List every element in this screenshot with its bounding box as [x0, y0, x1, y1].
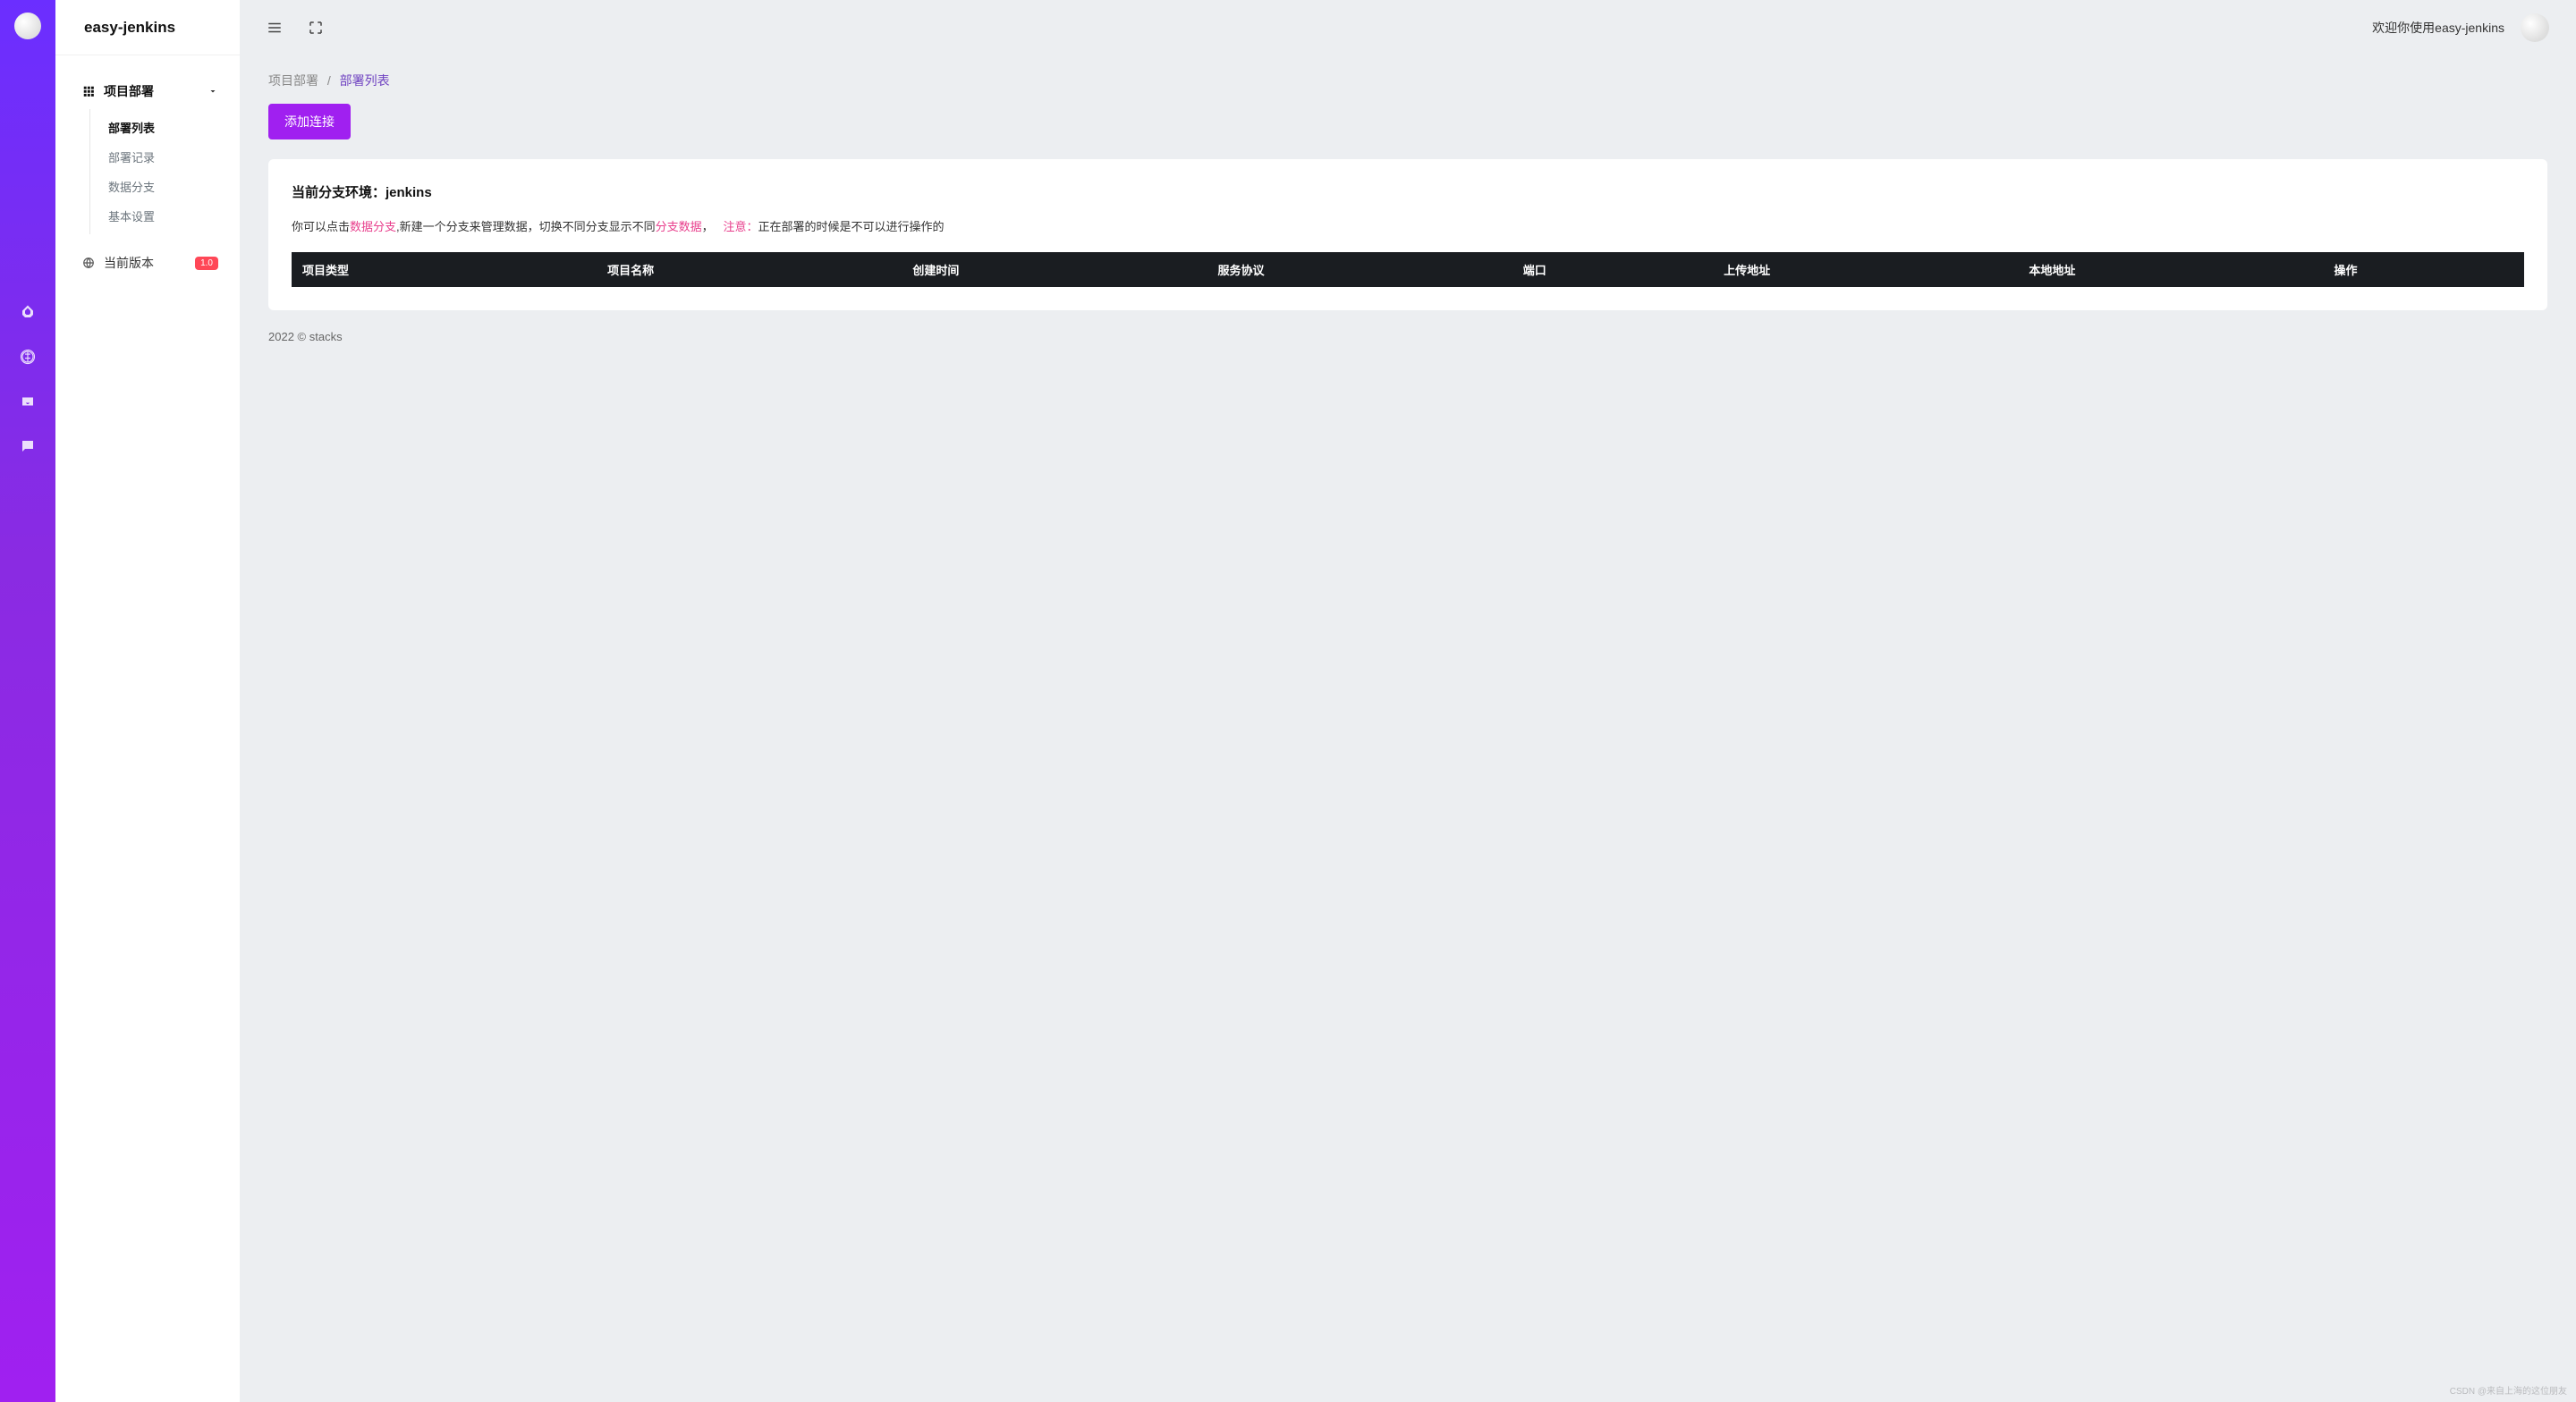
col-upload-address: 上传地址: [1713, 252, 2018, 287]
sidebar-header: easy-jenkins: [55, 0, 240, 55]
desc-text: ,新建一个分支来管理数据，切换不同分支显示不同: [396, 220, 656, 233]
nav-item-label: 数据分支: [108, 181, 155, 194]
desc-warn-label: 注意：: [724, 220, 758, 233]
col-local-address: 本地地址: [2018, 252, 2323, 287]
nav-item-data-branch[interactable]: 数据分支: [90, 172, 240, 201]
nav-children: 部署列表 部署记录 数据分支 基本设置: [89, 109, 240, 234]
rocket-icon[interactable]: [20, 304, 36, 320]
col-service-protocol: 服务协议: [1208, 252, 1513, 287]
globe-icon: [82, 257, 95, 269]
add-connection-button[interactable]: 添加连接: [268, 104, 351, 139]
welcome-text: 欢迎你使用easy-jenkins: [2372, 19, 2504, 37]
main: 欢迎你使用easy-jenkins 项目部署 / 部署列表 添加连接 当前分支环…: [240, 0, 2576, 1402]
version-badge: 1.0: [195, 257, 218, 270]
side-rail: [0, 0, 55, 1402]
col-project-name: 项目名称: [597, 252, 902, 287]
rail-avatar[interactable]: [14, 13, 41, 39]
col-actions: 操作: [2324, 252, 2525, 287]
nav-item-deploy-record[interactable]: 部署记录: [90, 142, 240, 172]
chevron-down-icon: [208, 86, 218, 97]
breadcrumb-current: 部署列表: [340, 73, 390, 88]
card: 当前分支环境：jenkins 你可以点击数据分支,新建一个分支来管理数据，切换不…: [268, 159, 2547, 310]
chat-icon[interactable]: [20, 438, 36, 454]
footer: 2022 © stacks: [268, 330, 2547, 343]
nav-parent-deploy[interactable]: 项目部署: [55, 73, 240, 109]
sidebar: easy-jenkins 项目部署 部署列表 部署记录 数据分支 基本设置 当前…: [55, 0, 240, 1402]
nav-item-deploy-list[interactable]: 部署列表: [90, 113, 240, 142]
table-header-row: 项目类型 项目名称 创建时间 服务协议 端口 上传地址 本地地址 操作: [292, 252, 2524, 287]
col-project-type: 项目类型: [292, 252, 597, 287]
watermark: CSDN @来自上海的这位朋友: [2450, 1383, 2567, 1397]
fullscreen-icon[interactable]: [308, 20, 324, 36]
breadcrumb-separator: /: [327, 73, 331, 88]
deploy-table: 项目类型 项目名称 创建时间 服务协议 端口 上传地址 本地地址 操作: [292, 252, 2524, 287]
topbar: 欢迎你使用easy-jenkins: [240, 0, 2576, 55]
nav-parent-label: 项目部署: [104, 82, 154, 100]
nav-version-label: 当前版本: [104, 254, 154, 272]
table-head: 项目类型 项目名称 创建时间 服务协议 端口 上传地址 本地地址 操作: [292, 252, 2524, 287]
breadcrumb-parent[interactable]: 项目部署: [268, 73, 318, 88]
app-name: easy-jenkins: [84, 19, 175, 37]
col-port: 端口: [1513, 252, 1713, 287]
nav-item-label: 部署记录: [108, 151, 155, 165]
nav-version[interactable]: 当前版本 1.0: [55, 234, 240, 281]
card-title: 当前分支环境：jenkins: [292, 182, 2524, 201]
inbox-icon[interactable]: [20, 393, 36, 410]
desc-link-branch-data[interactable]: 分支数据: [656, 220, 702, 233]
content: 项目部署 / 部署列表 添加连接 当前分支环境：jenkins 你可以点击数据分…: [240, 55, 2576, 1402]
nav: 项目部署 部署列表 部署记录 数据分支 基本设置 当前版本 1.0: [55, 55, 240, 299]
user-avatar[interactable]: [2521, 13, 2549, 42]
desc-warn-text: 正在部署的时候是不可以进行操作的: [758, 220, 945, 233]
desc-text: ，: [702, 220, 714, 233]
desc-link-branch[interactable]: 数据分支: [350, 220, 396, 233]
desc-text: 你可以点击: [292, 220, 350, 233]
menu-icon[interactable]: [267, 20, 283, 36]
nav-item-label: 部署列表: [108, 122, 155, 135]
breadcrumb: 项目部署 / 部署列表: [268, 72, 2547, 89]
nav-item-basic-settings[interactable]: 基本设置: [90, 201, 240, 231]
col-create-time: 创建时间: [902, 252, 1207, 287]
nav-item-label: 基本设置: [108, 210, 155, 224]
apps-icon: [82, 85, 95, 97]
globe-icon[interactable]: [20, 349, 36, 365]
card-description: 你可以点击数据分支,新建一个分支来管理数据，切换不同分支显示不同分支数据， 注意…: [292, 217, 2524, 234]
